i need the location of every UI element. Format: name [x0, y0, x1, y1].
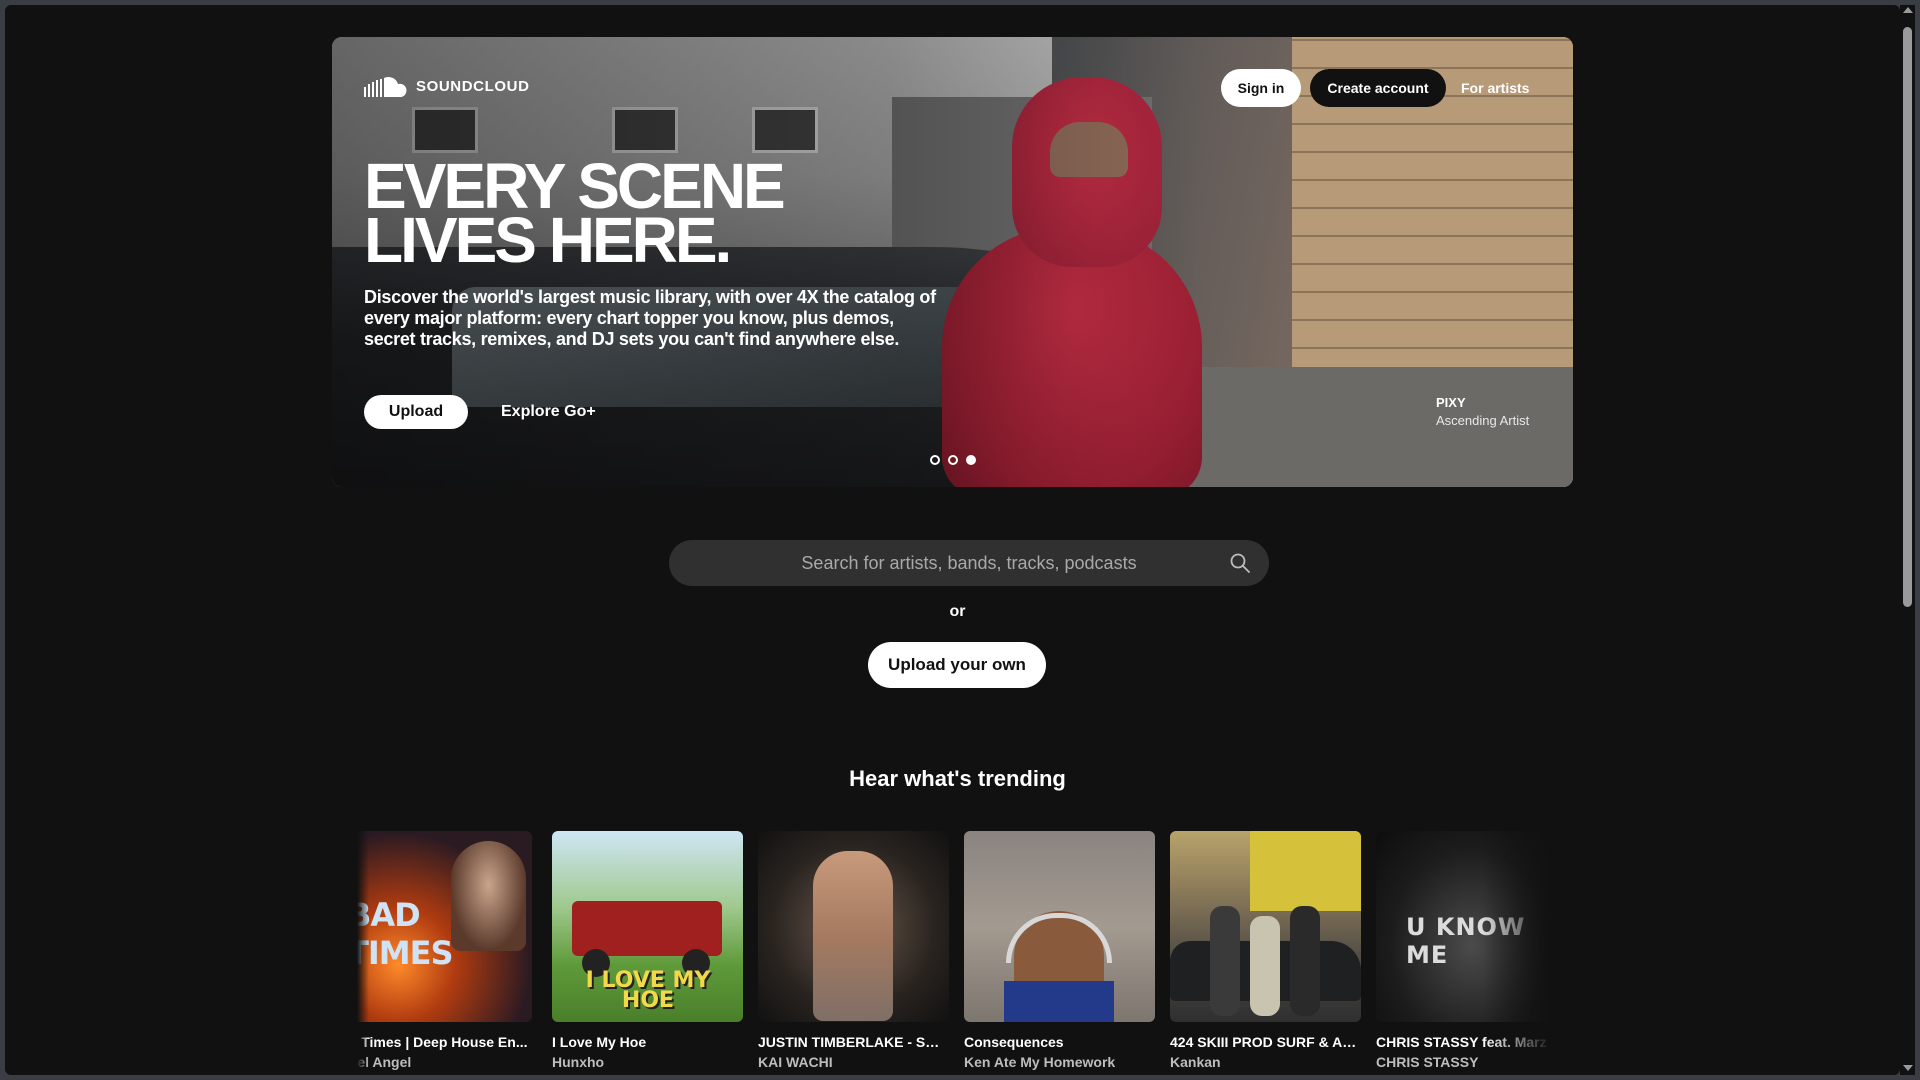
track-card[interactable]: BAD TIMES ad Times | Deep House En... ha… [357, 831, 532, 1070]
track-artwork[interactable] [1170, 831, 1361, 1022]
explore-go-plus-link[interactable]: Explore Go+ [501, 395, 596, 429]
scroll-down-arrow-icon[interactable] [1903, 1065, 1913, 1071]
for-artists-link[interactable]: For artists [1461, 69, 1529, 107]
track-artist[interactable]: KAI WACHI [758, 1054, 949, 1070]
scrollbar-thumb[interactable] [1903, 27, 1912, 607]
track-title[interactable]: I Love My Hoe [552, 1034, 743, 1050]
track-title[interactable]: ad Times | Deep House En... [357, 1034, 532, 1050]
carousel-indicators [930, 455, 976, 465]
track-artwork-wall [1250, 831, 1361, 911]
carousel-dot-3[interactable] [966, 455, 976, 465]
search-bar[interactable] [669, 540, 1269, 586]
track-artwork[interactable]: I LOVE MY HOE [552, 831, 743, 1022]
featured-artist-name[interactable]: PIXY [1436, 395, 1466, 410]
track-card[interactable]: I LOVE MY HOE I Love My Hoe Hunxho [552, 831, 743, 1070]
track-title[interactable]: 424 SKIII PROD SURF & AR... [1170, 1034, 1361, 1050]
track-artist[interactable]: Ken Ate My Homework [964, 1054, 1155, 1070]
track-artwork[interactable] [758, 831, 949, 1022]
hero-headline: EVERY SCENE LIVES HERE. [364, 154, 786, 276]
track-artwork[interactable]: BAD TIMES [357, 831, 532, 1022]
page-scrollbar[interactable] [1900, 5, 1915, 1075]
page: SOUNDCLOUD Sign in Create account For ar… [5, 5, 1900, 1075]
track-artwork-figure [1210, 906, 1240, 1016]
trending-tracks-carousel: BAD TIMES ad Times | Deep House En... ha… [357, 831, 1553, 1075]
track-artwork-text: BAD TIMES [357, 896, 453, 972]
search-input[interactable] [747, 551, 1191, 575]
soundcloud-cloud-icon [364, 76, 407, 97]
track-title[interactable]: Consequences [964, 1034, 1155, 1050]
track-artist[interactable]: Hunxho [552, 1054, 743, 1070]
trending-section-title: Hear what's trending [849, 766, 1066, 791]
track-artwork-figure [1250, 916, 1280, 1016]
track-artwork-figure [813, 851, 893, 1021]
sign-in-button[interactable]: Sign in [1221, 69, 1301, 107]
hero-headline-line-2: LIVES HERE. [364, 204, 732, 276]
track-card[interactable]: JUSTIN TIMBERLAKE - SUM... KAI WACHI [758, 831, 949, 1070]
scroll-up-arrow-icon[interactable] [1903, 7, 1913, 13]
create-account-button[interactable]: Create account [1310, 69, 1446, 107]
track-artwork-text: I LOVE MY HOE [585, 968, 711, 1013]
hero-banner: SOUNDCLOUD Sign in Create account For ar… [332, 37, 1573, 487]
carousel-dot-2[interactable] [948, 455, 958, 465]
brand-name: SOUNDCLOUD [416, 77, 530, 95]
featured-artist-role: Ascending Artist [1436, 413, 1530, 428]
track-artwork-truck [572, 901, 722, 956]
track-card[interactable]: Consequences Ken Ate My Homework [964, 831, 1155, 1070]
hero-description: Discover the world's largest music libra… [364, 287, 936, 349]
search-icon[interactable] [1229, 552, 1251, 574]
track-artist[interactable]: hael Angel [357, 1054, 532, 1070]
soundcloud-logo[interactable]: SOUNDCLOUD [364, 73, 530, 99]
upload-button[interactable]: Upload [364, 395, 468, 429]
or-divider-text: or [949, 603, 966, 620]
carousel-dot-1[interactable] [930, 455, 940, 465]
track-artwork-headphones [1006, 913, 1112, 963]
carousel-fade-left [357, 831, 369, 1075]
track-title[interactable]: JUSTIN TIMBERLAKE - SUM... [758, 1034, 949, 1050]
carousel-fade-right [1483, 831, 1553, 1075]
track-artwork[interactable] [964, 831, 1155, 1022]
track-artwork-figure [1290, 906, 1320, 1016]
upload-your-own-button[interactable]: Upload your own [868, 642, 1046, 688]
track-artist[interactable]: Kankan [1170, 1054, 1361, 1070]
track-card[interactable]: 424 SKIII PROD SURF & AR... Kankan [1170, 831, 1361, 1070]
track-artwork-jacket [1004, 981, 1114, 1022]
